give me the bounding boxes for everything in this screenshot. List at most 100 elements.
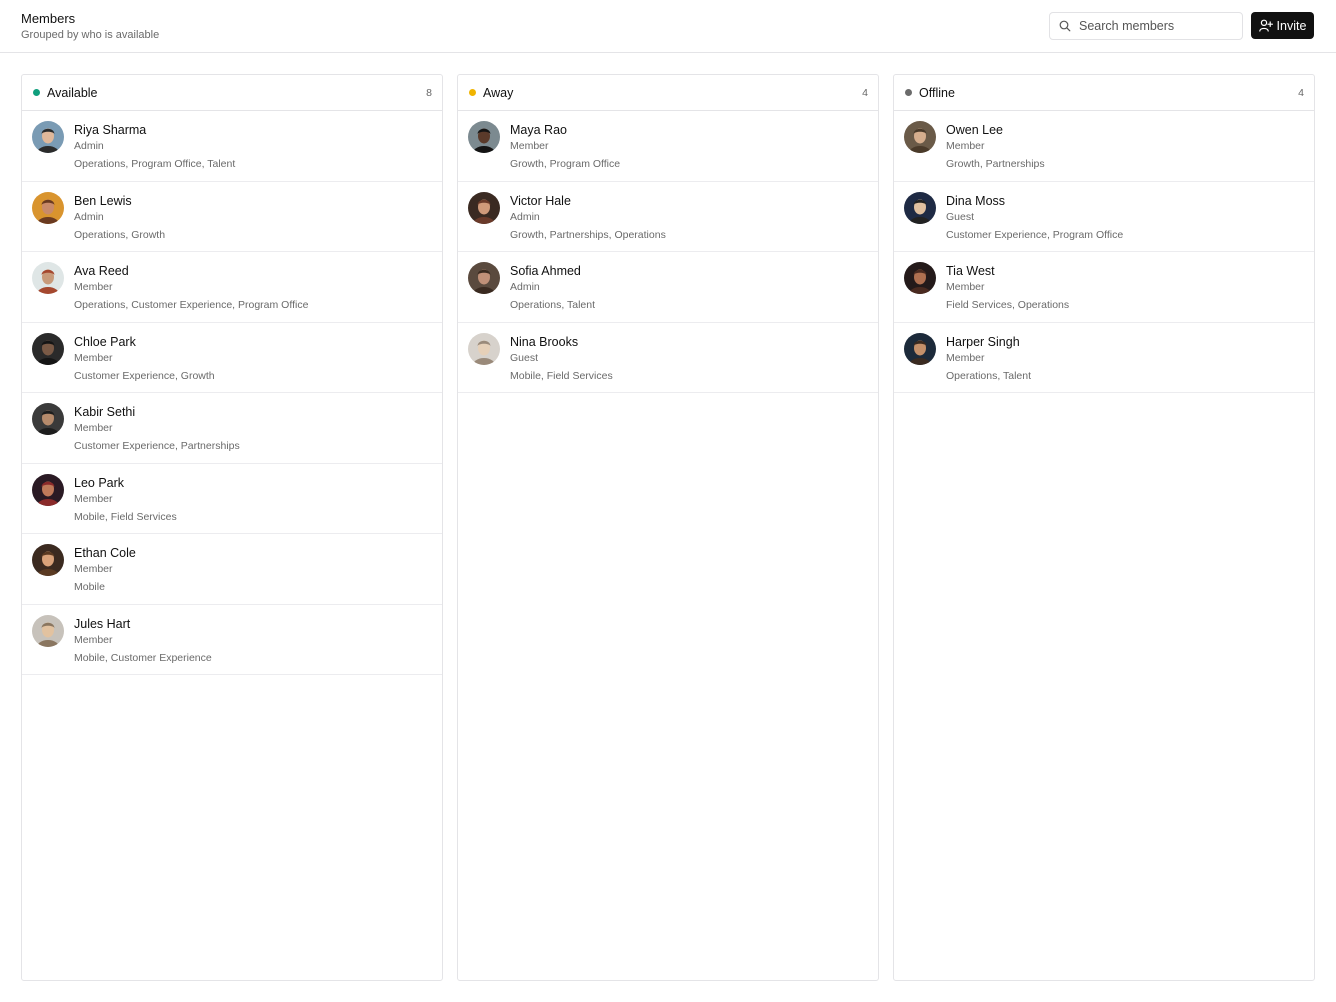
avatar — [904, 262, 936, 294]
member-role: Member — [74, 422, 113, 434]
member-info: Leo Park Member Mobile, Field Services — [74, 474, 177, 524]
member-name: Chloe Park — [74, 334, 136, 349]
column-header: Away 4 — [458, 75, 878, 111]
member-row[interactable]: Tia West Member Field Services, Operations — [894, 252, 1314, 323]
member-info: Ben Lewis Admin Operations, Growth — [74, 192, 165, 242]
member-teams: Mobile, Field Services — [74, 510, 177, 523]
member-role: Guest — [946, 210, 975, 223]
member-role: Member — [74, 492, 113, 505]
column-count-badge: 4 — [1298, 86, 1304, 99]
avatar — [468, 191, 500, 224]
member-role: Member — [946, 140, 985, 152]
member-teams: Operations, Growth — [74, 228, 166, 241]
member-teams: Mobile, Field Services — [510, 369, 613, 382]
search-icon — [1059, 20, 1071, 32]
member-row[interactable]: Ethan Cole Member Mobile — [22, 534, 442, 605]
column-title: Away — [483, 85, 514, 100]
member-name: Owen Lee — [946, 123, 1003, 137]
member-name: Sofia Ahmed — [510, 264, 581, 278]
column-available: Available 8 Riya Sharma Admin Operations, Pr… — [21, 74, 443, 981]
column-count-badge: 4 — [862, 86, 868, 99]
member-row[interactable]: Chloe Park Member Customer Experience, Gro… — [22, 323, 442, 393]
member-name: Ben Lewis — [74, 193, 132, 208]
avatar — [32, 544, 64, 576]
member-name: Dina Moss — [946, 193, 1006, 208]
member-name: Nina Brooks — [510, 334, 579, 349]
member-row[interactable]: Kabir Sethi Member Customer Experience, Pa… — [22, 393, 442, 464]
avatar — [32, 403, 64, 435]
page-title: Members — [21, 11, 76, 26]
member-teams: Growth, Partnerships — [946, 158, 1045, 170]
status-dot-icon — [33, 89, 40, 96]
column-offline: Offline 4 Owen Lee Member Growth, Partnershi… — [893, 74, 1315, 981]
member-name: Kabir Sethi — [74, 405, 136, 419]
member-teams: Mobile, Customer Experience — [74, 651, 212, 664]
member-teams: Operations, Program Office, Talent — [74, 158, 236, 170]
members-board: Available 8 Riya Sharma Admin Operations, Pr… — [21, 74, 1315, 981]
add-user-icon — [1258, 19, 1273, 32]
avatar — [904, 121, 936, 153]
column-title: Available — [47, 85, 98, 100]
member-teams: Customer Experience, Growth — [74, 369, 215, 382]
member-row[interactable]: Victor Hale Admin Growth, Partnerships, Op… — [458, 182, 878, 252]
member-row[interactable]: Owen Lee Member Growth, Partnerships — [894, 111, 1314, 182]
member-teams: Operations, Customer Experience, Program… — [74, 299, 309, 311]
member-row[interactable]: Jules Hart Member Mobile, Customer Experie… — [22, 605, 442, 675]
member-teams: Growth, Program Office — [510, 158, 621, 170]
avatar — [32, 332, 64, 365]
member-row[interactable]: Riya Sharma Admin Operations, Program Offi… — [22, 111, 442, 182]
member-row[interactable]: Leo Park Member Mobile, Field Services — [22, 464, 442, 534]
avatar — [468, 332, 500, 365]
member-row[interactable]: Ben Lewis Admin Operations, Growth — [22, 182, 442, 252]
member-teams: Operations, Talent — [510, 299, 596, 311]
member-role: Admin — [510, 281, 540, 293]
member-role: Member — [74, 633, 113, 646]
member-info: Ethan Cole Member Mobile — [74, 544, 136, 594]
avatar — [32, 473, 64, 506]
avatar — [468, 121, 500, 153]
avatar — [32, 121, 64, 153]
member-row[interactable]: Ava Reed Member Operations, Customer Exper… — [22, 252, 442, 323]
member-role: Member — [946, 351, 985, 364]
member-row[interactable]: Nina Brooks Guest Mobile, Field Services — [458, 323, 878, 393]
top-bar: Members Grouped by who is available Invi… — [0, 0, 1336, 53]
member-info: Owen Lee Member Growth, Partnerships — [946, 121, 1045, 171]
member-info: Chloe Park Member Customer Experience, Gro… — [74, 333, 215, 383]
member-info: Dina Moss Guest Customer Experience, Progr… — [946, 192, 1123, 242]
search-box[interactable] — [1049, 12, 1243, 40]
member-info: Victor Hale Admin Growth, Partnerships, Op… — [510, 192, 666, 242]
avatar — [32, 262, 64, 294]
member-name: Tia West — [946, 264, 995, 278]
member-row[interactable]: Maya Rao Member Growth, Program Office — [458, 111, 878, 182]
column-header: Offline 4 — [894, 75, 1314, 111]
title-block: Members Grouped by who is available — [21, 11, 159, 42]
avatar — [904, 332, 936, 365]
member-name: Harper Singh — [946, 334, 1020, 349]
member-name: Ava Reed — [74, 264, 129, 278]
member-teams: Growth, Partnerships, Operations — [510, 228, 666, 241]
member-role: Admin — [510, 210, 540, 223]
member-info: Riya Sharma Admin Operations, Program Offi… — [74, 121, 235, 171]
member-row[interactable]: Harper Singh Member Operations, Talent — [894, 323, 1314, 393]
member-teams: Customer Experience, Program Office — [946, 228, 1124, 241]
member-teams: Customer Experience, Partnerships — [74, 440, 240, 452]
member-name: Jules Hart — [74, 616, 131, 631]
search-input[interactable] — [1079, 19, 1229, 33]
member-role: Member — [74, 563, 113, 575]
member-info: Ava Reed Member Operations, Customer Exper… — [74, 262, 308, 312]
member-role: Member — [946, 281, 985, 293]
column-away: Away 4 Maya Rao Member Growth, Program Offic… — [457, 74, 879, 981]
member-role: Admin — [74, 210, 104, 223]
member-role: Member — [510, 140, 549, 152]
column-header: Available 8 — [22, 75, 442, 111]
avatar — [32, 614, 64, 647]
member-row[interactable]: Dina Moss Guest Customer Experience, Progr… — [894, 182, 1314, 252]
member-name: Leo Park — [74, 475, 125, 490]
invite-button[interactable]: Invite — [1251, 12, 1314, 39]
column-count-badge: 8 — [426, 86, 432, 99]
member-name: Maya Rao — [510, 123, 567, 137]
member-role: Member — [74, 351, 113, 364]
member-info: Jules Hart Member Mobile, Customer Experie… — [74, 615, 212, 665]
member-info: Harper Singh Member Operations, Talent — [946, 333, 1031, 383]
member-row[interactable]: Sofia Ahmed Admin Operations, Talent — [458, 252, 878, 323]
